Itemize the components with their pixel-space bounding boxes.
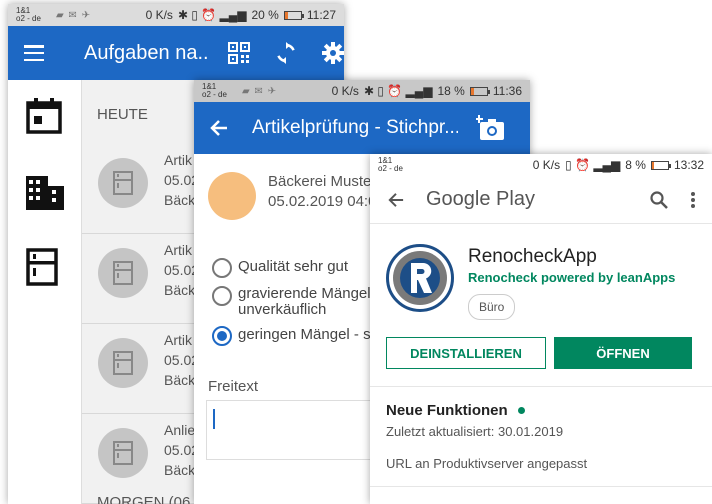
network-speed: 0 K/s [145, 8, 173, 22]
task-title: Artik [164, 152, 192, 168]
clock: 11:36 [492, 84, 522, 98]
clock: 13:32 [673, 158, 704, 172]
category-chip[interactable]: Büro [468, 294, 516, 320]
page-title: Aufgaben na... [84, 41, 208, 64]
customer-name: Bäckerei Muste [268, 173, 372, 190]
task-title: Artik [164, 332, 192, 348]
radio-button-selected[interactable] [212, 326, 232, 346]
carrier-label: 1&1 o2 - de [378, 157, 414, 173]
page-title: Google Play [426, 188, 535, 210]
fridge-icon[interactable] [26, 248, 58, 286]
task-title: Anlie [164, 422, 196, 438]
fridge-icon [98, 428, 148, 478]
battery-percent: 20 % [251, 8, 279, 22]
customer-date: 05.02.2019 04:0 [268, 193, 377, 210]
carrier-network: o2 - de [378, 164, 403, 173]
uninstall-button[interactable]: DEINSTALLIEREN [386, 337, 546, 369]
app-logo-icon [386, 244, 454, 312]
new-indicator-dot [517, 407, 525, 414]
building-icon[interactable] [26, 176, 64, 210]
carrier-network: o2 - de [202, 90, 227, 99]
text-caret [213, 409, 215, 429]
app-bar: Google Play [370, 176, 712, 224]
fridge-icon [98, 248, 148, 298]
task-title: Artik [164, 242, 192, 258]
menu-icon[interactable] [24, 45, 44, 61]
status-bar: 1&1 o2 - de ▰ ✉ ✈ 0 K/s ✱ ▯ ⏰ ▂▄▆ 20 % 1… [8, 4, 344, 26]
customer-header: Bäckerei Muste 05.02.2019 04:0 [208, 172, 376, 220]
add-photo-icon[interactable] [476, 115, 506, 141]
carrier-label: 1&1 o2 - de [16, 7, 52, 23]
radio-label: Qualität sehr gut [238, 258, 349, 275]
radio-button[interactable] [212, 258, 232, 278]
last-updated: Zuletzt aktualisiert: 30.01.2019 [386, 424, 564, 439]
fridge-icon [98, 338, 148, 388]
network-speed: 0 K/s [532, 158, 561, 172]
more-vert-icon[interactable] [690, 191, 696, 209]
avatar [208, 172, 256, 220]
section-header-tomorrow: MORGEN (06.0 [97, 494, 203, 504]
battery-icon [469, 86, 490, 96]
freitext-label: Freitext [208, 378, 259, 395]
page-title: Artikelprüfung - Stichpr... [252, 117, 458, 138]
divider [370, 486, 712, 487]
whats-new-title[interactable]: Neue Funktionen [386, 402, 525, 419]
status-bar: 1&1 o2 - de ▰ ✉ ✈ 0 K/s ✱ ▯ ⏰ ▂▄▆ 18 % 1… [194, 80, 530, 102]
open-button[interactable]: ÖFFNEN [554, 337, 692, 369]
notification-icons: ▰ ✉ ✈ [56, 9, 92, 21]
carrier-label: 1&1 o2 - de [202, 83, 238, 99]
signal-icon: ✱ ▯ ⏰ ▂▄▆ [363, 84, 433, 98]
whats-new-title-text: Neue Funktionen [386, 402, 508, 419]
carrier-network: o2 - de [16, 14, 41, 23]
battery-percent: 18 % [437, 84, 465, 98]
whats-new-text: URL an Produktivserver angepasst [386, 456, 588, 471]
signal-icon: ✱ ▯ ⏰ ▂▄▆ [177, 8, 247, 22]
radio-option-severe-defects[interactable]: gravierende Mängel unverkäuflich [212, 286, 371, 318]
app-developer-link[interactable]: Renocheck powered by leanApps [468, 270, 675, 285]
sidebar [8, 80, 82, 504]
battery-percent: 8 % [625, 158, 646, 172]
notification-icons: ▰ ✉ ✈ [242, 85, 278, 97]
calendar-icon[interactable] [26, 98, 62, 134]
radio-label: gravierende Mängel [238, 285, 371, 302]
network-speed: 0 K/s [331, 84, 359, 98]
radio-label: geringen Mängel - si [238, 326, 374, 343]
status-bar: 1&1 o2 - de 0 K/s ▯ ⏰ ▂▄▆ 8 % 13:32 [370, 154, 712, 176]
radio-label-continued: unverkäuflich [238, 301, 327, 318]
radio-option-minor-defects[interactable]: geringen Mängel - si [212, 326, 374, 346]
back-arrow-icon[interactable] [388, 192, 404, 208]
battery-icon [650, 160, 671, 170]
app-name: RenocheckApp [468, 246, 597, 267]
back-arrow-icon[interactable] [210, 119, 228, 137]
app-bar: Artikelprüfung - Stichpr... [194, 102, 530, 154]
qr-code-icon[interactable] [228, 42, 250, 64]
search-icon[interactable] [650, 190, 668, 209]
app-bar: Aufgaben na... [8, 26, 344, 80]
clock: 11:27 [306, 8, 336, 22]
radio-option-quality-good[interactable]: Qualität sehr gut [212, 258, 348, 278]
radio-button[interactable] [212, 286, 232, 306]
fridge-icon [98, 158, 148, 208]
settings-gear-icon[interactable] [322, 42, 344, 64]
battery-icon [283, 10, 304, 20]
freitext-input[interactable] [206, 400, 376, 460]
sync-icon[interactable] [274, 41, 298, 65]
signal-icon: ▯ ⏰ ▂▄▆ [565, 158, 621, 172]
phone-google-play: 1&1 o2 - de 0 K/s ▯ ⏰ ▂▄▆ 8 % 13:32 Goog… [370, 154, 712, 504]
divider [370, 386, 712, 387]
